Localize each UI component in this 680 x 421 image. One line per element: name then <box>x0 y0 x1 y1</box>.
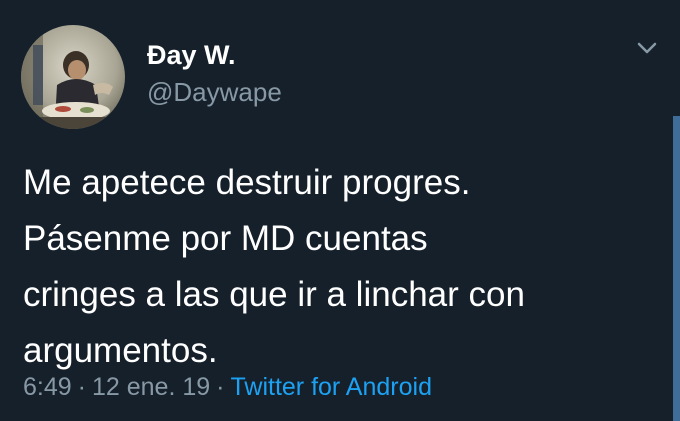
tweet-source-link[interactable]: Twitter for Android <box>231 373 432 401</box>
tweet-card: Đay W. @Daywape Me apetece destruir prog… <box>0 0 680 421</box>
tweet-text-line: cringes a las que ir a linchar con <box>23 275 525 314</box>
avatar-painting-image <box>21 25 125 129</box>
tweet-text-line: Me apetece destruir progres. <box>23 163 471 202</box>
avatar[interactable] <box>21 25 125 129</box>
tweet-time[interactable]: 6:49 <box>23 373 72 401</box>
tweet-metadata: 6:49 · 12 ene. 19 · Twitter for Android <box>23 373 432 402</box>
separator: · <box>77 373 86 401</box>
tweet-date[interactable]: 12 ene. 19 <box>92 373 210 401</box>
tweet-text: Me apetece destruir progres. Pásenme por… <box>23 155 643 379</box>
author-handle[interactable]: @Daywape <box>147 77 282 108</box>
tweet-text-line: argumentos. <box>23 331 218 370</box>
scrollbar[interactable] <box>673 116 680 421</box>
author-display-name[interactable]: Đay W. <box>147 40 236 71</box>
chevron-down-icon[interactable] <box>634 38 660 58</box>
tweet-text-line: Pásenme por MD cuentas <box>23 219 428 258</box>
separator: · <box>216 373 225 401</box>
